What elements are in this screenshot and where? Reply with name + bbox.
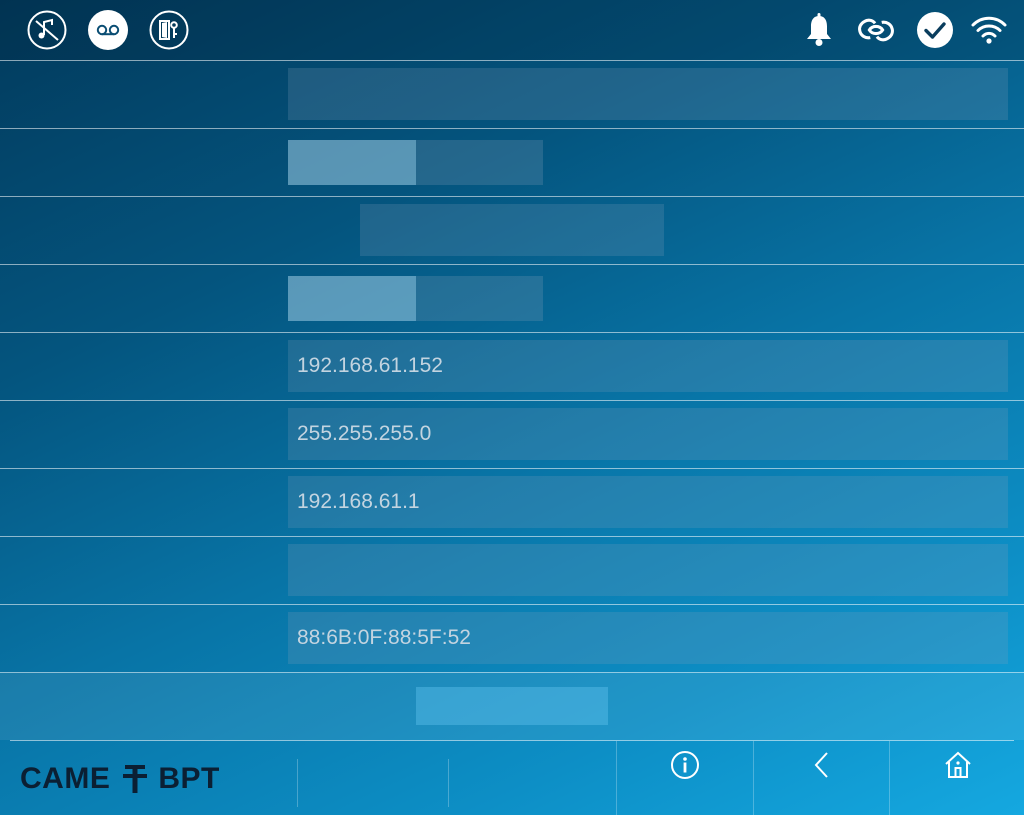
brand-name-right: BPT bbox=[158, 762, 220, 795]
toggle-on-segment[interactable] bbox=[288, 276, 416, 321]
info-button[interactable] bbox=[616, 741, 752, 815]
settings-row: 255.255.255.0 bbox=[0, 400, 1024, 468]
home-icon bbox=[943, 750, 973, 785]
row-label bbox=[20, 537, 270, 604]
info-icon bbox=[670, 750, 700, 785]
brand-mark-icon bbox=[122, 763, 148, 795]
row-label bbox=[20, 61, 270, 128]
toggle-on-segment[interactable] bbox=[288, 140, 416, 185]
settings-row bbox=[0, 264, 1024, 332]
row-label bbox=[20, 605, 270, 672]
bell-icon[interactable] bbox=[799, 10, 839, 50]
row-label bbox=[20, 265, 270, 332]
wifi-icon[interactable] bbox=[969, 10, 1009, 50]
settings-row bbox=[0, 536, 1024, 604]
text-field[interactable] bbox=[288, 68, 1008, 120]
apply-button[interactable] bbox=[416, 687, 608, 725]
settings-row bbox=[0, 60, 1024, 128]
settings-row: 192.168.61.152 bbox=[0, 332, 1024, 400]
status-bar bbox=[0, 0, 1024, 60]
gateway-field[interactable]: 192.168.61.1 bbox=[288, 476, 1008, 528]
dns-field[interactable] bbox=[288, 544, 1008, 596]
check-icon[interactable] bbox=[915, 10, 955, 50]
row-label bbox=[20, 469, 270, 536]
back-button[interactable] bbox=[753, 741, 889, 815]
home-button[interactable] bbox=[889, 741, 1024, 815]
voicemail-icon[interactable] bbox=[88, 10, 128, 50]
row-label bbox=[20, 129, 270, 196]
settings-row: 88:6B:0F:88:5F:52 bbox=[0, 604, 1024, 673]
music-off-icon[interactable] bbox=[27, 10, 67, 50]
row-label bbox=[20, 197, 270, 264]
divider bbox=[448, 759, 449, 807]
settings-row bbox=[0, 128, 1024, 196]
brand-name-left: CAME bbox=[20, 762, 111, 795]
mac-address-field: 88:6B:0F:88:5F:52 bbox=[288, 612, 1008, 664]
settings-row: 192.168.61.1 bbox=[0, 468, 1024, 536]
brand-logo: CAME BPT bbox=[20, 759, 220, 799]
back-chevron-icon bbox=[807, 750, 837, 785]
row-label bbox=[20, 333, 270, 400]
door-key-icon[interactable] bbox=[149, 10, 189, 50]
select-field[interactable] bbox=[360, 204, 664, 256]
toggle-off-segment[interactable] bbox=[416, 276, 543, 321]
bottom-bar: CAME BPT bbox=[10, 740, 1014, 815]
network-settings-list: 192.168.61.152 255.255.255.0 192.168.61.… bbox=[0, 60, 1024, 673]
toggle-off-segment[interactable] bbox=[416, 140, 543, 185]
on-off-toggle[interactable] bbox=[288, 140, 543, 185]
subnet-mask-field[interactable]: 255.255.255.0 bbox=[288, 408, 1008, 460]
on-off-toggle[interactable] bbox=[288, 276, 543, 321]
ip-address-field[interactable]: 192.168.61.152 bbox=[288, 340, 1008, 392]
divider bbox=[297, 759, 298, 807]
settings-row bbox=[0, 196, 1024, 264]
cloud-link-icon[interactable] bbox=[856, 10, 896, 50]
row-label bbox=[20, 401, 270, 468]
action-row bbox=[0, 673, 1024, 740]
